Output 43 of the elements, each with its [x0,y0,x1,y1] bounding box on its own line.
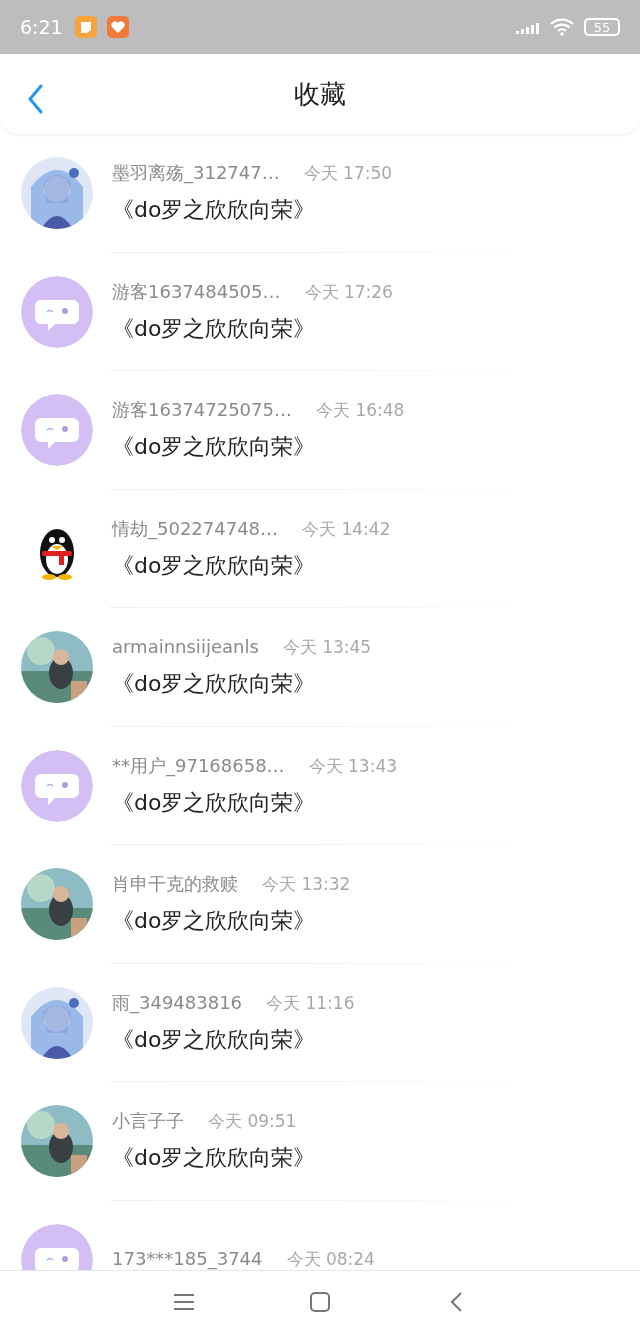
user-name: 墨羽离殇_312747… [112,161,280,186]
user-name: 小言子子 [112,1109,184,1134]
book-title[interactable]: 《do罗之欣欣向荣》 [112,313,393,344]
default-avatar-icon [21,749,93,822]
book-title[interactable]: 《do罗之欣欣向荣》 [112,195,393,226]
wifi-icon [550,18,574,36]
timestamp: 今天 09:51 [208,1110,297,1134]
book-title[interactable]: 《do罗之欣欣向荣》 [112,432,405,463]
signal-icon [516,20,540,34]
gallery-app-icon [74,16,97,38]
timestamp: 今天 17:26 [304,280,393,304]
status-time: 6:21 [20,16,63,38]
book-title[interactable]: 《do罗之欣欣向荣》 [112,1024,355,1055]
timestamp: 今天 13:45 [282,635,372,659]
heart-app-icon [106,16,129,38]
user-name: 游客1637484505… [112,279,281,304]
default-avatar-icon [21,275,93,348]
chevron-left-icon [450,1291,462,1312]
default-avatar-icon [21,394,93,467]
user-name: 173***185_3744 [112,1248,263,1270]
book-title[interactable]: 《do罗之欣欣向荣》 [112,906,351,937]
user-name: 雨_349483816 [112,990,243,1015]
book-title[interactable]: 《do罗之欣欣向荣》 [112,1143,316,1174]
timestamp: 今天 14:42 [302,517,391,541]
timestamp: 今天 16:48 [316,399,405,423]
book-title[interactable]: 《do罗之欣欣向荣》 [112,787,398,818]
menu-icon [174,1293,194,1310]
user-name: 肖申干克的救赎 [112,872,238,897]
book-title[interactable]: 《do罗之欣欣向荣》 [112,668,372,699]
page-title: 收藏 [294,77,346,111]
user-name: **用户_97168658… [112,753,285,778]
user-name: 游客16374725075… [112,398,292,423]
user-name: armainnsiijeanls [112,635,259,657]
timestamp: 今天 13:32 [262,873,351,897]
chevron-left-icon [27,84,43,114]
timestamp: 今天 13:43 [308,754,398,778]
timestamp: 今天 17:50 [303,162,393,186]
timestamp: 今天 11:16 [266,991,355,1015]
square-icon [310,1291,330,1312]
user-name: 情劫_502274748… [112,516,279,541]
timestamp: 今天 08:24 [286,1248,375,1270]
book-title[interactable]: 《do罗之欣欣向荣》 [112,550,391,581]
battery-icon: 55 [584,18,620,36]
